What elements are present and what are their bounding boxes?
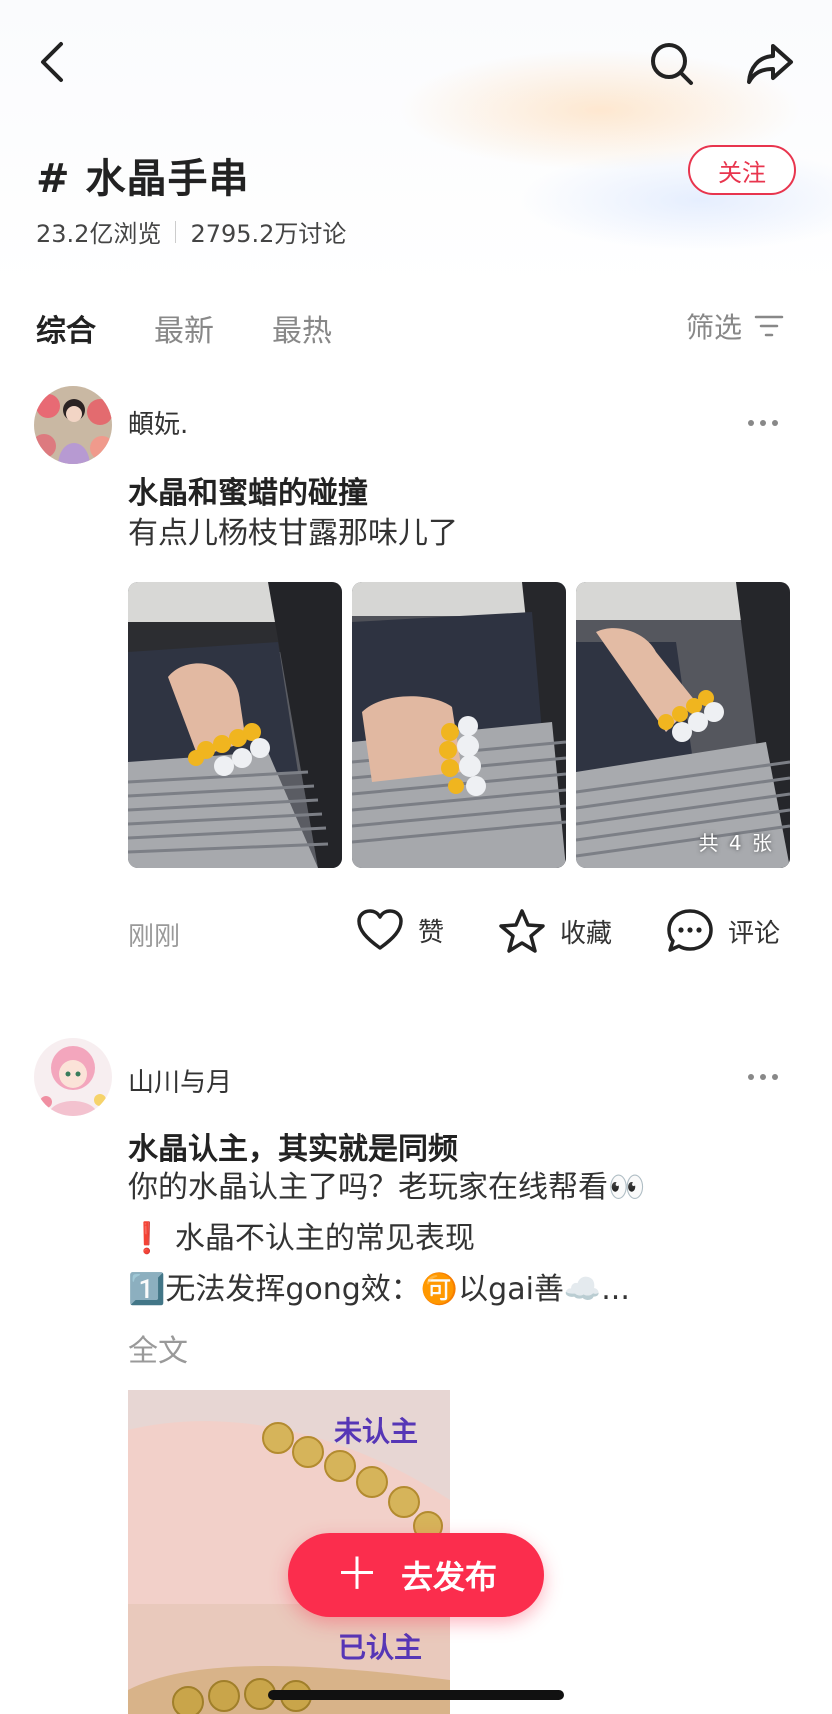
photo-grid: 共 4 张: [128, 582, 790, 868]
author-name[interactable]: 頔妧.: [128, 404, 188, 441]
top-nav-bar: [0, 30, 832, 100]
full-text-link[interactable]: 全文: [128, 1326, 188, 1370]
back-button[interactable]: [30, 40, 74, 84]
more-options-button[interactable]: [748, 1074, 778, 1080]
post-photo[interactable]: [352, 582, 566, 868]
post-text-line: 1️⃣无法发挥gong效：🉑以gai善☁️...: [128, 1272, 630, 1307]
search-icon: [651, 43, 693, 85]
publish-button[interactable]: ＋ 去发布: [288, 1533, 544, 1617]
tab-latest[interactable]: 最新: [154, 306, 214, 350]
home-indicator: [268, 1690, 564, 1700]
chevron-left-icon: [41, 42, 63, 82]
comment-bubble-icon: [667, 909, 713, 952]
comment-button[interactable]: 评论: [666, 908, 780, 954]
more-options-button[interactable]: [748, 420, 778, 426]
heart-icon: [357, 909, 403, 950]
post-text-line: ❗ 水晶不认主的常见表现: [128, 1221, 475, 1256]
like-label: 赞: [418, 917, 445, 948]
topic-title: # 水晶手串: [36, 156, 250, 202]
discussion-count: 2795.2万讨论: [190, 220, 347, 248]
author-name[interactable]: 山川与月: [128, 1062, 232, 1099]
post-action-bar: 刚刚 赞 收藏 评论: [0, 904, 832, 964]
follow-button[interactable]: 关注: [688, 145, 796, 195]
post-time: 刚刚: [128, 922, 181, 952]
stats-divider: [175, 220, 177, 243]
photo-count-badge: 共 4 张: [698, 831, 774, 855]
post-photo[interactable]: [128, 582, 342, 868]
post-text: 有点儿杨枝甘露那味儿了: [128, 516, 458, 551]
publish-label: 去发布: [400, 1558, 497, 1596]
share-button[interactable]: [744, 40, 796, 88]
avatar[interactable]: [34, 1038, 112, 1116]
post-text-line: 你的水晶认主了吗？老玩家在线帮看👀: [128, 1170, 646, 1205]
comment-label: 评论: [728, 918, 781, 949]
views-count: 23.2亿浏览: [36, 220, 162, 248]
tab-comprehensive[interactable]: 综合: [36, 306, 96, 350]
post-photo[interactable]: 共 4 张: [576, 582, 790, 868]
plus-icon: ＋: [334, 1549, 379, 1600]
star-icon: [499, 909, 545, 953]
post-title: 水晶和蜜蜡的碰撞: [128, 476, 368, 511]
avatar[interactable]: [34, 386, 112, 464]
collect-label: 收藏: [560, 918, 613, 949]
like-button[interactable]: 赞: [356, 908, 444, 952]
filter-button[interactable]: 筛选: [686, 306, 784, 346]
image-label: 未认主: [334, 1415, 419, 1448]
tab-bar: 综合 最新 最热 筛选: [0, 306, 832, 356]
search-button[interactable]: [648, 40, 696, 88]
tab-hottest[interactable]: 最热: [272, 306, 332, 350]
image-label: 已认主: [338, 1631, 423, 1664]
collect-button[interactable]: 收藏: [498, 908, 612, 954]
share-arrow-icon: [747, 44, 793, 84]
filter-icon: [754, 315, 784, 337]
topic-stats: 23.2亿浏览 2795.2万讨论: [36, 214, 346, 249]
filter-label: 筛选: [686, 311, 743, 344]
